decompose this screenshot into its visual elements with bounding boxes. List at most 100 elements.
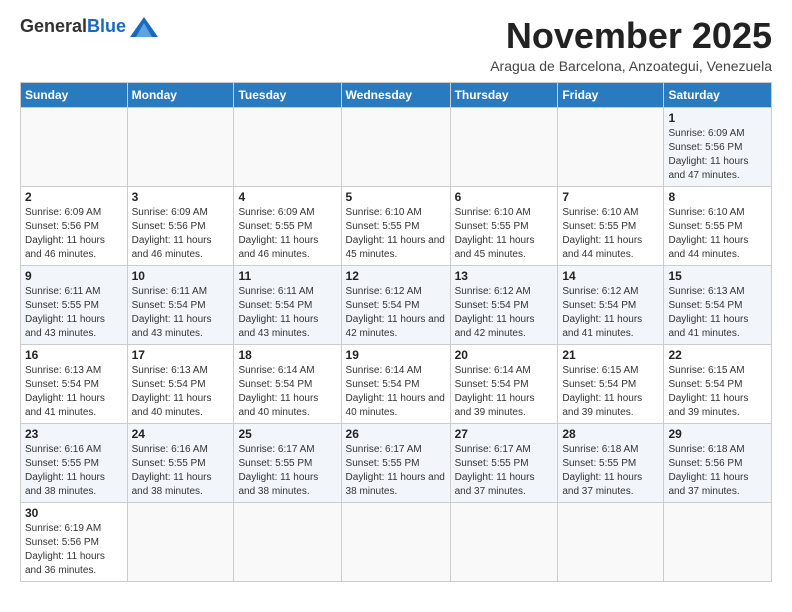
day-number: 20 <box>455 348 554 362</box>
day-cell: 11 Sunrise: 6:11 AM Sunset: 5:54 PM Dayli… <box>234 265 341 344</box>
day-cell <box>127 502 234 581</box>
day-info: Sunrise: 6:16 AM Sunset: 5:55 PM Dayligh… <box>25 443 123 499</box>
day-cell: 26 Sunrise: 6:17 AM Sunset: 5:55 PM Dayli… <box>341 423 450 502</box>
day-cell: 30 Sunrise: 6:19 AM Sunset: 5:56 PM Dayli… <box>21 502 128 581</box>
day-cell: 14 Sunrise: 6:12 AM Sunset: 5:54 PM Dayli… <box>558 265 664 344</box>
day-number: 24 <box>132 427 230 441</box>
logo: General Blue <box>20 16 158 37</box>
day-number: 10 <box>132 269 230 283</box>
day-number: 9 <box>25 269 123 283</box>
day-number: 11 <box>238 269 336 283</box>
day-cell <box>341 107 450 186</box>
day-cell: 7 Sunrise: 6:10 AM Sunset: 5:55 PM Daylig… <box>558 186 664 265</box>
day-info: Sunrise: 6:09 AM Sunset: 5:56 PM Dayligh… <box>25 206 123 262</box>
day-cell: 5Sunrise: 6:10 AM Sunset: 5:55 PM Daylig… <box>341 186 450 265</box>
week-row-5: 23 Sunrise: 6:16 AM Sunset: 5:55 PM Dayli… <box>21 423 772 502</box>
day-cell <box>450 107 558 186</box>
day-cell <box>21 107 128 186</box>
day-cell: 29 Sunrise: 6:18 AM Sunset: 5:56 PM Dayli… <box>664 423 772 502</box>
header-day-monday: Monday <box>127 82 234 107</box>
month-title: November 2025 <box>490 16 772 56</box>
day-info: Sunrise: 6:10 AM Sunset: 5:55 PM Dayligh… <box>562 206 659 262</box>
day-info: Sunrise: 6:11 AM Sunset: 5:55 PM Dayligh… <box>25 285 123 341</box>
day-number: 22 <box>668 348 767 362</box>
day-number: 28 <box>562 427 659 441</box>
week-row-3: 9 Sunrise: 6:11 AM Sunset: 5:55 PM Daylig… <box>21 265 772 344</box>
day-number: 18 <box>238 348 336 362</box>
day-number: 17 <box>132 348 230 362</box>
day-info: Sunrise: 6:11 AM Sunset: 5:54 PM Dayligh… <box>238 285 336 341</box>
day-info: Sunrise: 6:12 AM Sunset: 5:54 PM Dayligh… <box>455 285 554 341</box>
day-cell: 6Sunrise: 6:10 AM Sunset: 5:55 PM Daylig… <box>450 186 558 265</box>
day-cell: 15Sunrise: 6:13 AM Sunset: 5:54 PM Dayli… <box>664 265 772 344</box>
header-day-tuesday: Tuesday <box>234 82 341 107</box>
day-number: 19 <box>346 348 446 362</box>
day-info: Sunrise: 6:15 AM Sunset: 5:54 PM Dayligh… <box>562 364 659 420</box>
day-cell: 2 Sunrise: 6:09 AM Sunset: 5:56 PM Daylig… <box>21 186 128 265</box>
day-number: 3 <box>132 190 230 204</box>
day-number: 14 <box>562 269 659 283</box>
day-cell: 21Sunrise: 6:15 AM Sunset: 5:54 PM Dayli… <box>558 344 664 423</box>
day-cell: 18Sunrise: 6:14 AM Sunset: 5:54 PM Dayli… <box>234 344 341 423</box>
day-info: Sunrise: 6:10 AM Sunset: 5:55 PM Dayligh… <box>668 206 767 262</box>
week-row-4: 16Sunrise: 6:13 AM Sunset: 5:54 PM Dayli… <box>21 344 772 423</box>
day-cell <box>450 502 558 581</box>
day-number: 1 <box>668 111 767 125</box>
day-number: 7 <box>562 190 659 204</box>
logo-blue: Blue <box>87 16 126 37</box>
day-cell <box>664 502 772 581</box>
day-cell: 4Sunrise: 6:09 AM Sunset: 5:55 PM Daylig… <box>234 186 341 265</box>
subtitle: Aragua de Barcelona, Anzoategui, Venezue… <box>490 58 772 74</box>
day-info: Sunrise: 6:14 AM Sunset: 5:54 PM Dayligh… <box>346 364 446 420</box>
day-cell: 9 Sunrise: 6:11 AM Sunset: 5:55 PM Daylig… <box>21 265 128 344</box>
header-day-sunday: Sunday <box>21 82 128 107</box>
day-info: Sunrise: 6:10 AM Sunset: 5:55 PM Dayligh… <box>455 206 554 262</box>
day-info: Sunrise: 6:17 AM Sunset: 5:55 PM Dayligh… <box>238 443 336 499</box>
day-info: Sunrise: 6:17 AM Sunset: 5:55 PM Dayligh… <box>346 443 446 499</box>
day-number: 23 <box>25 427 123 441</box>
day-info: Sunrise: 6:12 AM Sunset: 5:54 PM Dayligh… <box>562 285 659 341</box>
day-info: Sunrise: 6:18 AM Sunset: 5:55 PM Dayligh… <box>562 443 659 499</box>
calendar: SundayMondayTuesdayWednesdayThursdayFrid… <box>20 82 772 582</box>
day-info: Sunrise: 6:13 AM Sunset: 5:54 PM Dayligh… <box>668 285 767 341</box>
day-info: Sunrise: 6:11 AM Sunset: 5:54 PM Dayligh… <box>132 285 230 341</box>
day-number: 8 <box>668 190 767 204</box>
day-cell: 22Sunrise: 6:15 AM Sunset: 5:54 PM Dayli… <box>664 344 772 423</box>
day-number: 27 <box>455 427 554 441</box>
header-day-friday: Friday <box>558 82 664 107</box>
day-info: Sunrise: 6:18 AM Sunset: 5:56 PM Dayligh… <box>668 443 767 499</box>
day-cell: 10 Sunrise: 6:11 AM Sunset: 5:54 PM Dayli… <box>127 265 234 344</box>
day-cell <box>234 107 341 186</box>
day-cell: 19 Sunrise: 6:14 AM Sunset: 5:54 PM Dayli… <box>341 344 450 423</box>
day-number: 29 <box>668 427 767 441</box>
day-number: 30 <box>25 506 123 520</box>
day-cell <box>127 107 234 186</box>
calendar-header: SundayMondayTuesdayWednesdayThursdayFrid… <box>21 82 772 107</box>
day-number: 13 <box>455 269 554 283</box>
day-cell: 28 Sunrise: 6:18 AM Sunset: 5:55 PM Dayli… <box>558 423 664 502</box>
header-row: SundayMondayTuesdayWednesdayThursdayFrid… <box>21 82 772 107</box>
day-number: 16 <box>25 348 123 362</box>
day-info: Sunrise: 6:16 AM Sunset: 5:55 PM Dayligh… <box>132 443 230 499</box>
header: General Blue November 2025 Aragua de Bar… <box>20 16 772 74</box>
day-cell: 16Sunrise: 6:13 AM Sunset: 5:54 PM Dayli… <box>21 344 128 423</box>
day-cell <box>341 502 450 581</box>
day-number: 25 <box>238 427 336 441</box>
day-number: 2 <box>25 190 123 204</box>
day-info: Sunrise: 6:10 AM Sunset: 5:55 PM Dayligh… <box>346 206 446 262</box>
header-day-wednesday: Wednesday <box>341 82 450 107</box>
header-day-saturday: Saturday <box>664 82 772 107</box>
day-info: Sunrise: 6:19 AM Sunset: 5:56 PM Dayligh… <box>25 522 123 578</box>
day-cell: 8 Sunrise: 6:10 AM Sunset: 5:55 PM Daylig… <box>664 186 772 265</box>
day-info: Sunrise: 6:09 AM Sunset: 5:56 PM Dayligh… <box>668 127 767 183</box>
day-cell: 27Sunrise: 6:17 AM Sunset: 5:55 PM Dayli… <box>450 423 558 502</box>
day-number: 12 <box>346 269 446 283</box>
day-info: Sunrise: 6:14 AM Sunset: 5:54 PM Dayligh… <box>455 364 554 420</box>
day-number: 26 <box>346 427 446 441</box>
logo-icon <box>130 17 158 37</box>
day-cell: 3 Sunrise: 6:09 AM Sunset: 5:56 PM Daylig… <box>127 186 234 265</box>
logo-area: General Blue <box>20 16 158 37</box>
day-info: Sunrise: 6:09 AM Sunset: 5:56 PM Dayligh… <box>132 206 230 262</box>
title-area: November 2025 Aragua de Barcelona, Anzoa… <box>490 16 772 74</box>
day-cell <box>558 502 664 581</box>
